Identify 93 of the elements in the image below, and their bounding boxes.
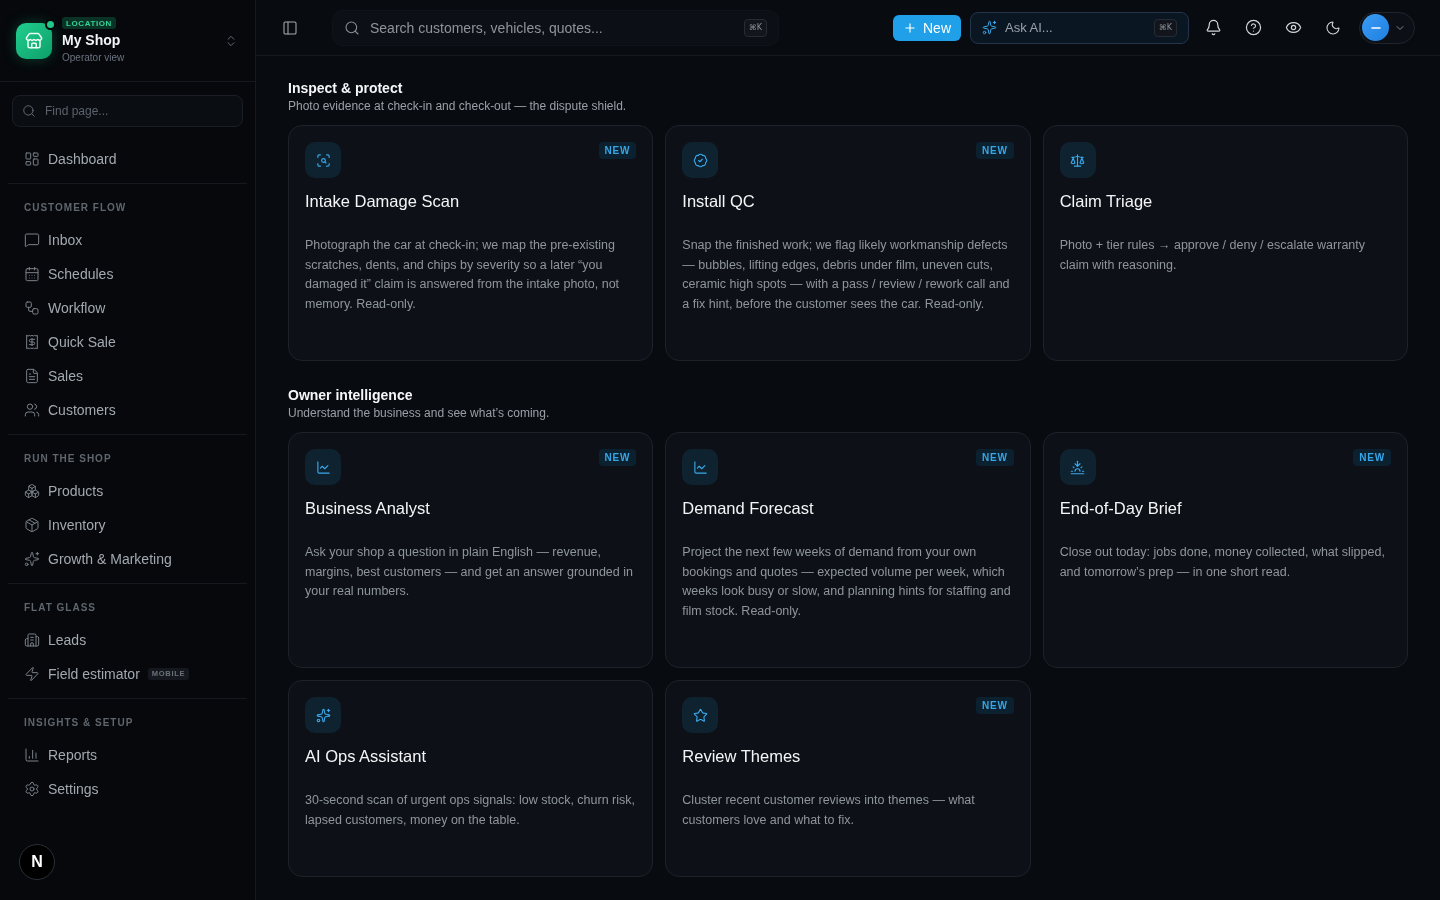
new-tag: NEW xyxy=(598,449,637,466)
card-title: Install QC xyxy=(682,191,756,212)
scan-icon xyxy=(305,142,341,178)
line-chart-icon xyxy=(682,449,719,485)
scale-icon xyxy=(1059,142,1096,178)
feature-card[interactable] xyxy=(665,125,1031,361)
plus-icon xyxy=(903,20,917,35)
section-title: Inspect & protect xyxy=(288,80,404,96)
sparkles-icon xyxy=(24,551,40,567)
indicator-button[interactable]: N xyxy=(19,844,55,880)
nav-item[interactable]: Products xyxy=(8,474,247,508)
lightning-icon xyxy=(24,666,40,682)
check-badge-icon xyxy=(682,142,719,178)
feature-card[interactable]: NEW Business Analyst Ask your shop a question in plain English — revenue, margins, best customers — and get an answer grounded in your real numbers. xyxy=(288,432,654,668)
status-dot-icon xyxy=(45,18,56,30)
nav-section-label: CUSTOMER FLOW xyxy=(23,202,128,214)
card-title: Intake Damage Scan xyxy=(305,191,461,212)
search-icon xyxy=(22,104,36,118)
card-title: Review Themes xyxy=(682,746,802,767)
document-icon xyxy=(24,368,40,384)
nav-item[interactable]: Workflow xyxy=(8,291,247,325)
card-description: Photograph the car at check-in; we map the pre-existing scratches, dents, and chips by severity so a later “you damaged it” claim is answered from the intake photo, not memory. Read-only. xyxy=(305,237,621,313)
minus-circle-icon xyxy=(1362,14,1389,41)
nav-section-label: FLAT GLASS xyxy=(23,602,98,614)
settings-icon xyxy=(24,781,40,797)
sparkles-icon xyxy=(305,697,341,733)
shop-subtitle: Operator view xyxy=(62,51,125,64)
line-chart-icon xyxy=(305,449,341,485)
chat-bubble-icon xyxy=(24,232,40,248)
package-icon xyxy=(24,517,40,533)
section-title: Owner intelligence xyxy=(288,387,414,403)
store-icon xyxy=(16,22,52,59)
account-menu-button[interactable] xyxy=(1359,11,1415,44)
bar-chart-icon xyxy=(24,747,40,763)
nav-item[interactable]: Customers xyxy=(8,393,247,427)
users-icon xyxy=(24,402,40,418)
card-description: Photo + tier rules → approve / deny / escalate warranty claim with reasoning. xyxy=(1059,237,1367,274)
card-title: Demand Forecast xyxy=(682,498,815,519)
nav-item[interactable]: Growth & Marketing xyxy=(8,542,247,576)
nav-section-label: RUN THE SHOP xyxy=(23,453,113,465)
feature-card[interactable]: AI Ops Assistant 30-second scan of urgent ops signals: low stock, churn risk, lapsed customers, money on the table. xyxy=(288,680,654,877)
feature-card[interactable] xyxy=(288,125,654,361)
location-tag: LOCATION xyxy=(62,17,116,29)
card-description: Snap the finished work; we flag likely workmanship defects — bubbles, lifting edges, debris under film, uneven cuts, ceramic high spots — with a pass / review / rework call and a fix hint, before the customer sees the car. Read-only. xyxy=(682,237,1011,313)
search-icon xyxy=(344,19,360,36)
new-tag: NEW xyxy=(975,142,1014,159)
nav-item[interactable]: Reports xyxy=(8,738,247,772)
card-description: 30-second scan of urgent ops signals: low stock, churn risk, lapsed customers, money on the table. xyxy=(305,792,637,829)
card-description: Cluster recent customer reviews into themes — what customers love and what to fix. xyxy=(682,792,976,829)
calendar-icon xyxy=(24,266,40,282)
workflow-icon xyxy=(24,300,40,316)
new-tag: NEW xyxy=(975,697,1014,714)
panel-icon xyxy=(282,19,298,36)
nav-item[interactable]: Dashboard xyxy=(8,142,247,176)
receipt-icon xyxy=(24,334,40,350)
feature-card[interactable] xyxy=(665,432,1031,668)
nav-item[interactable]: Inbox xyxy=(8,223,247,257)
card-title: Business Analyst xyxy=(305,498,431,519)
card-title: Claim Triage xyxy=(1059,191,1154,212)
nav-item[interactable]: Settings xyxy=(8,772,247,806)
ask-ai-button[interactable]: Ask AI... ⌘K xyxy=(970,11,1189,44)
building-icon xyxy=(24,632,40,648)
nav-item[interactable]: Schedules xyxy=(8,257,247,291)
help-icon xyxy=(1244,19,1262,36)
dashboard-icon xyxy=(24,151,40,167)
card-description: Ask your shop a question in plain English — revenue, margins, best customers — and get an answer grounded in your real numbers. xyxy=(305,544,634,600)
shortcut-hint: ⌘K xyxy=(1153,18,1177,37)
sunset-icon xyxy=(1059,449,1096,485)
feature-card[interactable]: NEW Review Themes Cluster recent customer reviews into themes — what customers love and what to fix. xyxy=(665,680,1031,877)
nav-item[interactable]: Sales xyxy=(8,359,247,393)
star-icon xyxy=(682,697,719,733)
bell-icon xyxy=(1204,19,1222,36)
eye-icon xyxy=(1284,19,1302,36)
new-tag: NEW xyxy=(598,142,637,159)
card-description: Close out today: jobs done, money collected, what slipped, and tomorrow’s prep — in one short read. xyxy=(1059,544,1386,581)
nav-item[interactable]: Inventory xyxy=(8,508,247,542)
card-title: AI Ops Assistant xyxy=(305,746,428,767)
section-subtitle: Photo evidence at check-in and check-out — the dispute shield. xyxy=(288,98,628,114)
nav-item[interactable]: Leads xyxy=(8,623,247,657)
nav-item[interactable]: Quick Sale xyxy=(8,325,247,359)
new-tag: NEW xyxy=(1353,449,1391,466)
moon-icon xyxy=(1325,19,1341,36)
new-tag: NEW xyxy=(975,449,1014,466)
nav-section-label: INSIGHTS & SETUP xyxy=(23,717,135,729)
find-page-field[interactable]: Find page... xyxy=(12,95,243,127)
feature-card[interactable]: NEW End-of-Day Brief Close out today: jobs done, money collected, what slipped, and tomorrow’s prep — in one short read. xyxy=(1042,432,1408,668)
section-subtitle: Understand the business and see what’s coming. xyxy=(288,405,551,421)
boxes-icon xyxy=(24,483,40,499)
feature-card[interactable]: Claim Triage Photo + tier rules → approve / deny / escalate warranty claim with reasoning. xyxy=(1042,125,1408,361)
card-title: End-of-Day Brief xyxy=(1059,498,1183,519)
sparkles-icon xyxy=(982,20,997,35)
card-description: Project the next few weeks of demand from your own bookings and quotes — expected volume per week, which weeks look busy or slow, and planning hints for staffing and film stock. Read-only. xyxy=(682,544,1012,620)
shop-name: My Shop xyxy=(62,31,121,49)
